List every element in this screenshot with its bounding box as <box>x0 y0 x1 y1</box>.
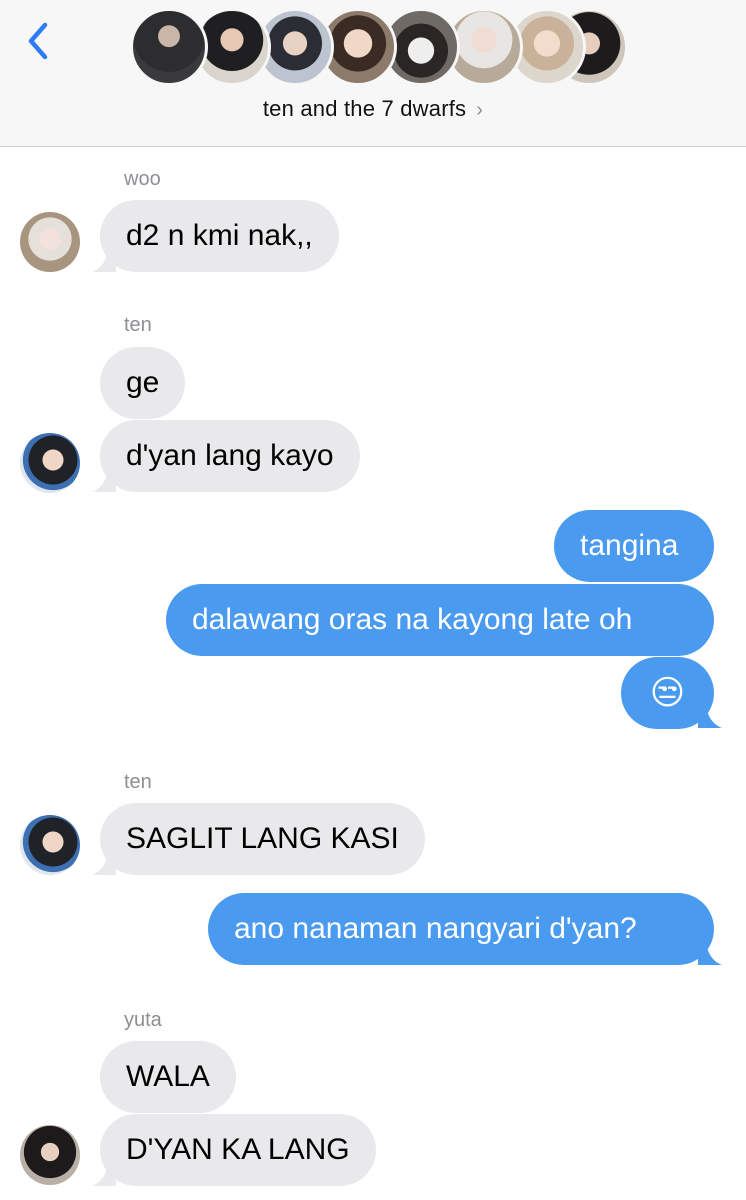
message-bubble[interactable]: SAGLIT LANG KASI <box>100 803 425 875</box>
sender-avatar <box>20 212 80 272</box>
chevron-left-icon <box>28 22 48 60</box>
sender-avatar <box>20 815 80 875</box>
message-bubble[interactable]: tangina <box>554 510 714 582</box>
sender-name: woo <box>124 168 161 190</box>
chevron-right-icon: › <box>476 99 484 121</box>
message-bubble[interactable]: D'YAN KA LANG <box>100 1114 376 1186</box>
message-bubble[interactable]: ge <box>100 347 186 419</box>
message-bubble[interactable]: ano nanaman nangyari d'yan? <box>208 893 714 965</box>
conversation-header: ten and the 7 dwarfs › <box>0 0 746 147</box>
sender-avatar <box>20 1125 80 1185</box>
group-name-button[interactable]: ten and the 7 dwarfs › <box>0 96 746 122</box>
emoji-message-bubble[interactable]: 😒 <box>621 657 714 729</box>
sender-name: yuta <box>124 1009 162 1031</box>
message-bubble[interactable]: WALA <box>100 1041 236 1113</box>
unamused-emoji: 😒 <box>649 674 686 712</box>
message-bubble[interactable]: d2 n kmi nak,, <box>100 200 339 272</box>
group-name: ten and the 7 dwarfs <box>262 96 467 121</box>
sender-name: ten <box>124 314 152 336</box>
message-bubble[interactable]: dalawang oras na kayong late oh <box>166 584 714 656</box>
sender-name: ten <box>124 771 152 793</box>
member-avatar <box>130 8 208 86</box>
group-avatars[interactable] <box>130 8 628 88</box>
message-bubble[interactable]: d'yan lang kayo <box>100 420 360 492</box>
back-button[interactable] <box>18 16 58 66</box>
sender-avatar <box>20 433 80 493</box>
